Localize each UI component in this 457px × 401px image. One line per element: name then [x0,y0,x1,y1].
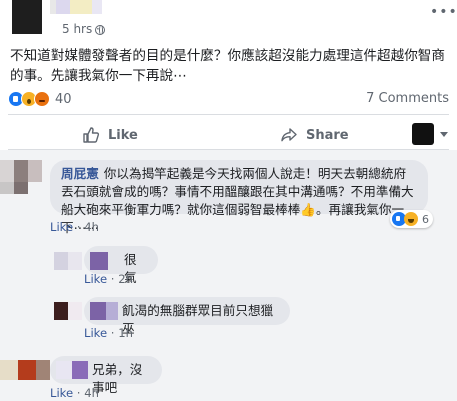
comment-like-link[interactable]: Like [50,220,73,234]
avatar-pixel [68,252,82,270]
author-name-masked [92,0,102,14]
author-name-masked [70,0,92,14]
avatar-pixel [28,160,42,182]
comment-meta: Like · 1h [84,326,133,340]
caret-down-icon [440,131,448,137]
avatar-pixel [18,360,36,380]
comment-time[interactable]: 4h [84,386,99,400]
thumbs-up-icon [83,127,100,143]
comment-time[interactable]: 1h [118,326,133,340]
avatar-pixel [54,252,68,270]
avatar [412,123,434,145]
comment-meta: Like · 4h [50,386,99,400]
avatar-pixel [0,182,14,194]
avatar[interactable] [0,160,44,182]
avatar-pixel [0,160,14,182]
author-name-masked [56,0,70,14]
avatar-pixel[interactable] [0,360,18,380]
post-as-selector[interactable] [412,123,448,145]
comment-bubble: 周屁憲 你以為揭竿起義是今天找兩個人說走！明天去朝總統府丟石頭就會成的嗎？事情不用… [50,160,428,235]
comment-meta: Like · 2h [84,272,133,286]
comment-reaction-badge[interactable]: 6 [390,210,433,228]
globe-icon [95,25,105,35]
avatar-pixel [56,361,72,379]
divider [8,114,449,115]
comments-count-link[interactable]: 7 Comments [366,91,449,106]
reaction-count: 40 [55,91,72,107]
comment-reaction-count: 6 [422,212,429,226]
author-avatar[interactable] [12,0,42,34]
avatar-pixel [90,252,108,270]
more-horizontal-icon[interactable]: ••• [430,4,457,20]
like-button[interactable]: Like [82,124,138,146]
share-arrow-icon [281,128,297,142]
angry-icon [34,91,50,107]
post-text: 不知道對媒體發聲者的目的是什麼？你應該超沒能力處理這件超越你智商的事。先讓我氣你… [10,48,445,84]
reaction-summary[interactable]: 40 [8,90,72,108]
avatar-pixel [68,302,82,320]
post-header: 5 hrs · ••• [0,0,457,40]
share-button[interactable]: Share [280,124,349,146]
comment-time[interactable]: 4h [84,220,99,234]
comment-like-link[interactable]: Like [50,386,73,400]
avatar-pixel [106,302,118,320]
avatar-pixel[interactable] [90,302,106,320]
haha-icon [404,212,418,226]
comment-like-link[interactable]: Like [84,272,107,286]
comment-time[interactable]: 2h [118,272,133,286]
avatar-pixel [72,361,88,379]
like-button-label: Like [108,127,138,143]
share-button-label: Share [306,127,349,143]
avatar-pixel [14,182,28,194]
avatar-pixel [36,360,50,380]
comment-author-link[interactable]: 周屁憲 [61,166,99,181]
avatar-pixel [54,302,68,320]
comment-like-link[interactable]: Like [84,326,107,340]
comment-meta: Like · 4h [50,220,99,234]
avatar-pixel [14,160,28,182]
